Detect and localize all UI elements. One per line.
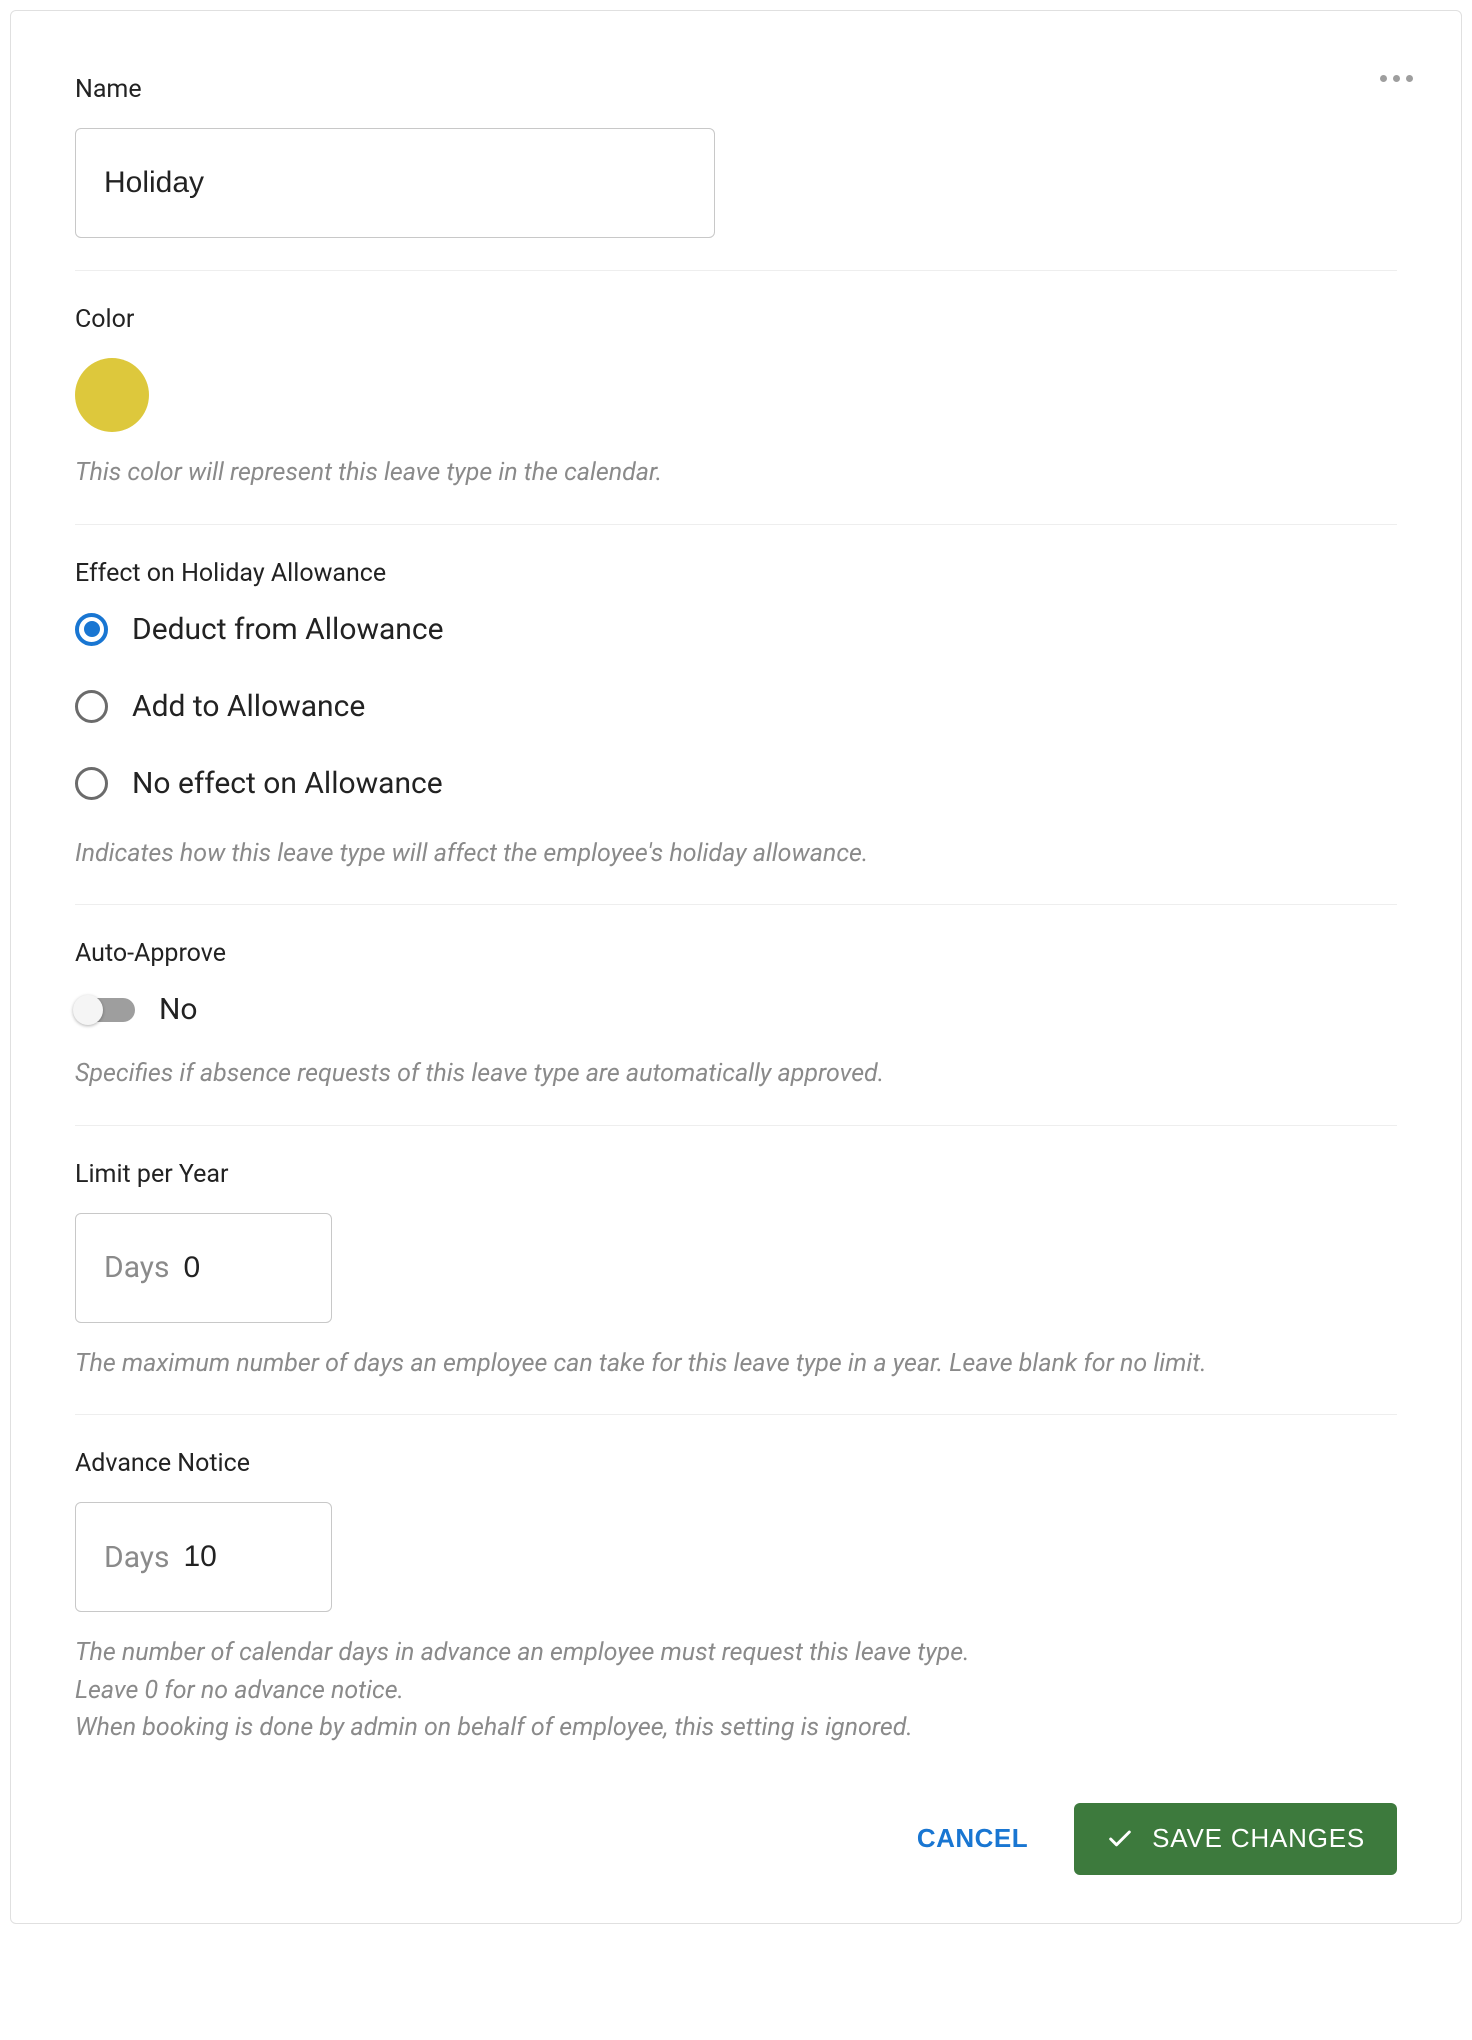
- auto-approve-section: Auto-Approve No Specifies if absence req…: [75, 939, 1397, 1126]
- radio-label: No effect on Allowance: [132, 766, 443, 801]
- effect-option-deduct[interactable]: Deduct from Allowance: [75, 612, 1397, 647]
- advance-input[interactable]: [183, 1540, 303, 1574]
- advance-input-wrap[interactable]: Days: [75, 1502, 332, 1612]
- color-section: Color This color will represent this lea…: [75, 305, 1397, 525]
- leave-type-form: Name Color This color will represent thi…: [10, 10, 1462, 1924]
- color-label: Color: [75, 305, 1397, 334]
- name-label: Name: [75, 75, 1397, 104]
- name-input[interactable]: [75, 128, 715, 238]
- effect-option-none[interactable]: No effect on Allowance: [75, 766, 1397, 801]
- limit-label: Limit per Year: [75, 1160, 1397, 1189]
- limit-input-wrap[interactable]: Days: [75, 1213, 332, 1323]
- advance-label: Advance Notice: [75, 1449, 1397, 1478]
- auto-approve-value: No: [159, 992, 198, 1027]
- color-swatch[interactable]: [75, 358, 149, 432]
- save-button-label: SAVE CHANGES: [1152, 1823, 1365, 1854]
- limit-input[interactable]: [183, 1251, 303, 1285]
- check-icon: [1106, 1825, 1134, 1853]
- effect-hint: Indicates how this leave type will affec…: [75, 835, 1397, 873]
- advance-hint-1: The number of calendar days in advance a…: [75, 1634, 1397, 1672]
- save-button[interactable]: SAVE CHANGES: [1074, 1803, 1397, 1875]
- color-hint: This color will represent this leave typ…: [75, 454, 1397, 492]
- advance-hint-2: Leave 0 for no advance notice.: [75, 1672, 1397, 1710]
- cancel-button[interactable]: CANCEL: [909, 1811, 1036, 1866]
- form-actions: CANCEL SAVE CHANGES: [75, 1803, 1397, 1875]
- effect-label: Effect on Holiday Allowance: [75, 559, 1397, 588]
- effect-radio-group: Deduct from Allowance Add to Allowance N…: [75, 612, 1397, 801]
- auto-approve-toggle[interactable]: [75, 998, 135, 1022]
- radio-icon: [75, 690, 108, 723]
- more-menu-icon[interactable]: [1380, 75, 1413, 82]
- auto-approve-row: No: [75, 992, 1397, 1027]
- radio-icon: [75, 767, 108, 800]
- advance-section: Advance Notice Days The number of calend…: [75, 1449, 1397, 1747]
- auto-approve-label: Auto-Approve: [75, 939, 1397, 968]
- toggle-knob: [73, 995, 103, 1025]
- name-section: Name: [75, 75, 1397, 271]
- radio-label: Add to Allowance: [132, 689, 365, 724]
- effect-option-add[interactable]: Add to Allowance: [75, 689, 1397, 724]
- effect-section: Effect on Holiday Allowance Deduct from …: [75, 559, 1397, 906]
- limit-section: Limit per Year Days The maximum number o…: [75, 1160, 1397, 1416]
- days-prefix: Days: [104, 1250, 169, 1285]
- radio-icon: [75, 613, 108, 646]
- radio-label: Deduct from Allowance: [132, 612, 443, 647]
- auto-approve-hint: Specifies if absence requests of this le…: [75, 1055, 1397, 1093]
- advance-hint-3: When booking is done by admin on behalf …: [75, 1709, 1397, 1747]
- limit-hint: The maximum number of days an employee c…: [75, 1345, 1397, 1383]
- days-prefix: Days: [104, 1540, 169, 1575]
